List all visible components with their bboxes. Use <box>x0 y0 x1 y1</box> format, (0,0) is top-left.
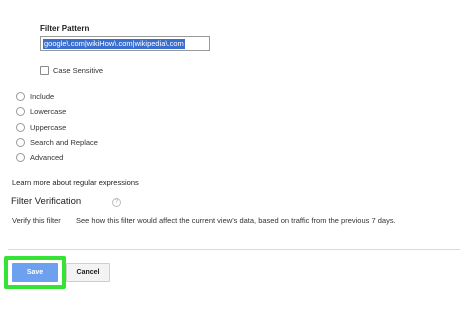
search-and-replace-radio[interactable] <box>16 138 25 147</box>
save-button[interactable]: Save <box>12 263 58 282</box>
include-radio[interactable] <box>16 92 25 101</box>
uppercase-radio[interactable] <box>16 123 25 132</box>
filter-pattern-label: Filter Pattern <box>40 24 90 33</box>
lowercase-label: Lowercase <box>30 107 67 116</box>
verify-filter-label: Verify this filter <box>12 216 61 225</box>
uppercase-label: Uppercase <box>30 123 67 132</box>
case-sensitive-label: Case Sensitive <box>53 66 104 75</box>
advanced-label: Advanced <box>30 153 64 162</box>
help-icon[interactable]: ? <box>112 198 121 207</box>
include-label: Include <box>30 92 55 101</box>
verify-filter-description: See how this filter would affect the cur… <box>76 216 396 225</box>
advanced-radio[interactable] <box>16 153 25 162</box>
section-divider <box>8 249 460 250</box>
filter-pattern-input[interactable]: google\.com|wikiHow\.com|wikipedia\.com <box>40 36 210 51</box>
search-and-replace-label: Search and Replace <box>30 138 98 147</box>
lowercase-radio[interactable] <box>16 107 25 116</box>
filter-pattern-value: google\.com|wikiHow\.com|wikipedia\.com <box>43 38 185 49</box>
cancel-button[interactable]: Cancel <box>66 263 110 282</box>
case-sensitive-checkbox[interactable] <box>40 66 49 75</box>
filter-verification-title: Filter Verification <box>11 196 82 207</box>
learn-more-link[interactable]: Learn more about regular expressions <box>12 178 139 187</box>
